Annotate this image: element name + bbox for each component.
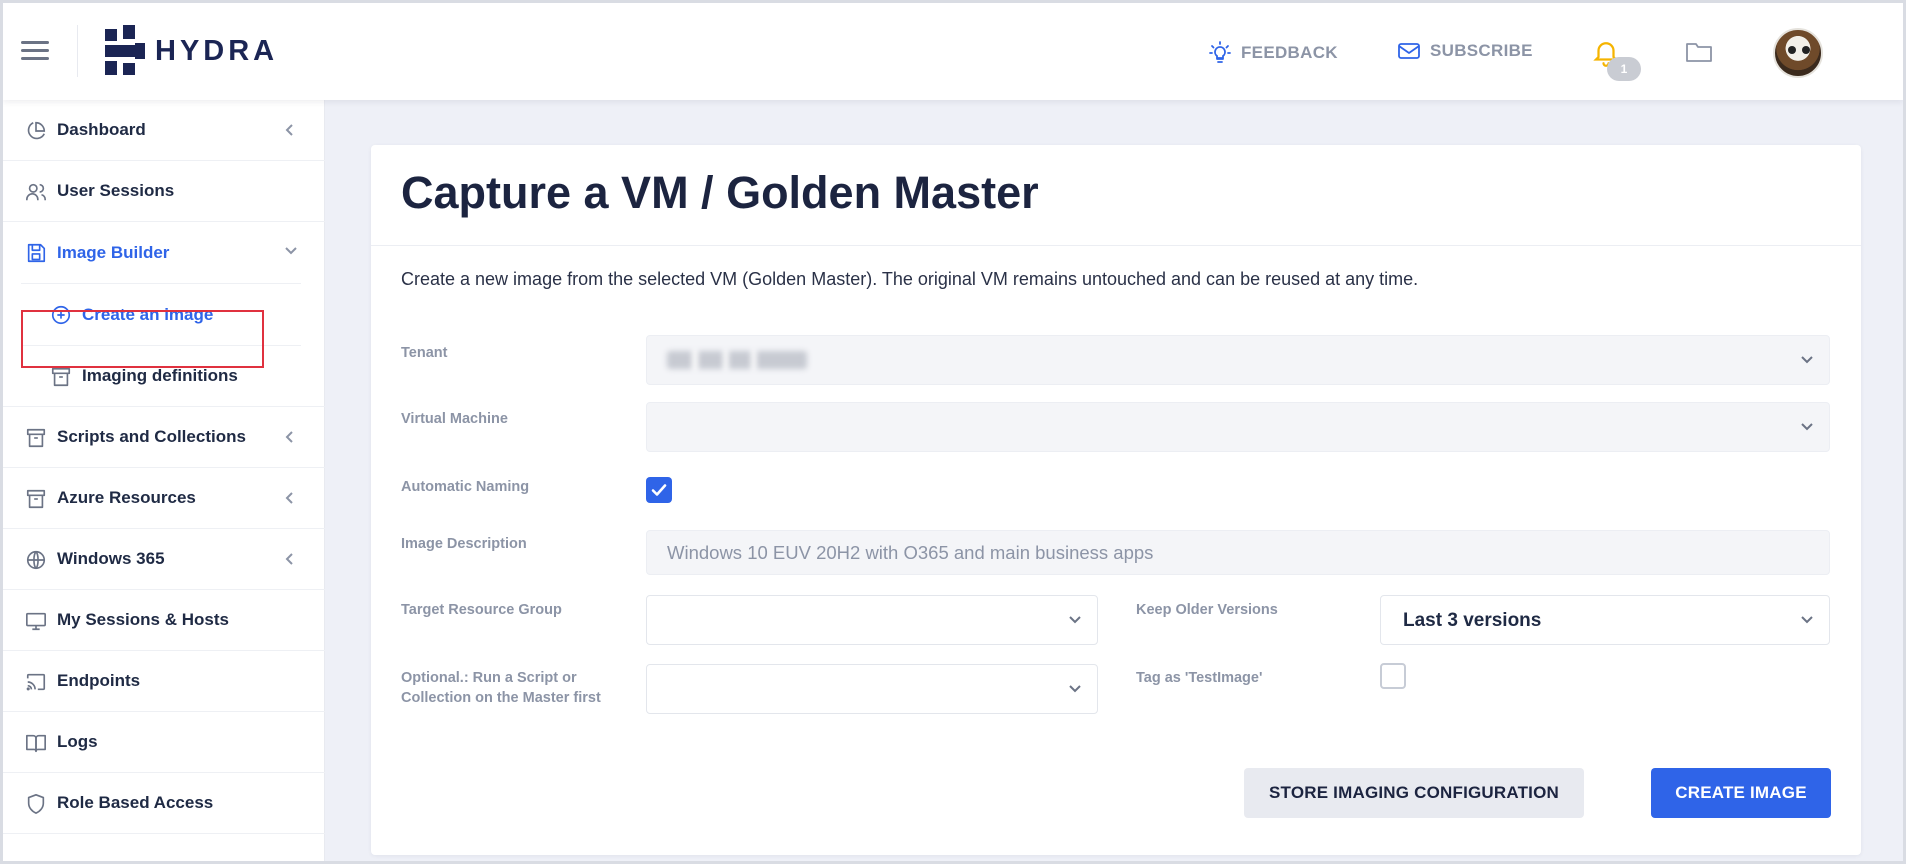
target-resource-group-select[interactable] [646, 595, 1098, 645]
sidebar-item-label: Endpoints [57, 671, 141, 690]
sidebar-item-label: Role Based Access [57, 793, 214, 812]
subscribe-label: SUBSCRIBE [1430, 41, 1533, 60]
optional-script-label-line1: Optional.: Run a Script or [401, 670, 577, 686]
users-icon [26, 183, 46, 201]
sidebar-item-label: Image Builder [57, 242, 170, 262]
sidebar-item-label: User Sessions [57, 181, 175, 200]
archive-icon [51, 367, 71, 387]
target-resource-group-label: Target Resource Group [401, 602, 562, 618]
capture-vm-card: Capture a VM / Golden Master Create a ne… [371, 145, 1861, 855]
archive-icon [26, 428, 46, 448]
optional-script-select[interactable] [646, 664, 1098, 714]
keep-older-versions-select[interactable]: Last 3 versions [1380, 595, 1830, 645]
tenant-select[interactable] [646, 335, 1830, 385]
sidebar-item-windows-365[interactable]: Windows 365 [3, 529, 325, 590]
archive-icon [26, 489, 46, 509]
hamburger-menu-icon[interactable] [21, 41, 49, 61]
sidebar-item-label: Imaging definitions [82, 366, 238, 385]
virtual-machine-label: Virtual Machine [401, 411, 508, 427]
page-description: Create a new image from the selected VM … [401, 269, 1419, 289]
book-icon [26, 734, 46, 753]
automatic-naming-label: Automatic Naming [401, 479, 530, 495]
chevron-down-icon [1069, 616, 1081, 624]
logo-text: HYDRA [155, 34, 279, 67]
tenant-label: Tenant [401, 345, 448, 361]
card-divider [371, 245, 1861, 246]
tenant-redacted-value [667, 351, 807, 369]
lightbulb-icon [1209, 41, 1231, 63]
feedback-label: FEEDBACK [1241, 43, 1338, 62]
automatic-naming-checkbox[interactable] [646, 477, 672, 503]
virtual-machine-select[interactable] [646, 402, 1830, 452]
sidebar-item-azure-resources[interactable]: Azure Resources [3, 468, 325, 529]
sidebar-item-label: Logs [57, 732, 98, 751]
keep-older-versions-value: Last 3 versions [1403, 610, 1542, 631]
page-title: Capture a VM / Golden Master [401, 167, 1039, 218]
sidebar-item-image-builder[interactable]: Image Builder [3, 222, 325, 283]
subscribe-link[interactable]: SUBSCRIBE [1397, 41, 1533, 61]
chevron-down-icon [285, 247, 297, 255]
sidebar-item-endpoints[interactable]: Endpoints [3, 651, 325, 712]
sidebar-item-label: Create an image [82, 304, 214, 324]
hydra-logo-mark-icon [105, 25, 145, 75]
top-header: HYDRA FEEDBACK SUBSCRIBE 1 [3, 3, 1903, 100]
chevron-down-icon [1801, 423, 1813, 431]
chevron-left-icon [285, 553, 293, 565]
sidebar-item-user-sessions[interactable]: User Sessions [3, 161, 325, 222]
keep-older-versions-label: Keep Older Versions [1136, 602, 1278, 618]
app-window: HYDRA FEEDBACK SUBSCRIBE 1 Dashboard Use… [0, 0, 1906, 864]
tag-test-image-label: Tag as 'TestImage' [1136, 670, 1263, 686]
create-image-button[interactable]: CREATE IMAGE [1651, 768, 1831, 818]
cast-icon [26, 673, 46, 691]
chevron-left-icon [285, 431, 293, 443]
sidebar-item-label: My Sessions & Hosts [57, 610, 229, 629]
globe-icon [26, 550, 46, 570]
sidebar-item-label: Scripts and Collections [57, 427, 246, 446]
monitor-icon [26, 612, 46, 631]
tag-test-image-checkbox[interactable] [1380, 663, 1406, 689]
header-divider [77, 25, 78, 77]
sidebar-item-create-image[interactable]: Create an image [3, 284, 325, 345]
sidebar-item-logs[interactable]: Logs [3, 712, 325, 773]
mail-icon [1398, 43, 1420, 59]
optional-script-label-line2: Collection on the Master first [401, 690, 601, 706]
hydra-logo[interactable]: HYDRA [103, 25, 278, 77]
sidebar-item-label: Azure Resources [57, 488, 196, 507]
sidebar-item-imaging-definitions[interactable]: Imaging definitions [3, 346, 325, 407]
chevron-down-icon [1801, 616, 1813, 624]
sidebar-item-label: Dashboard [57, 120, 146, 139]
plus-circle-icon [51, 305, 71, 325]
user-avatar[interactable] [1773, 28, 1823, 78]
chevron-left-icon [285, 124, 293, 136]
sidebar-item-label: Windows 365 [57, 549, 165, 568]
pie-chart-icon [27, 121, 46, 140]
sidebar-item-scripts-collections[interactable]: Scripts and Collections [3, 407, 325, 468]
sidebar-item-role-based-access[interactable]: Role Based Access [3, 773, 325, 834]
save-icon [27, 243, 46, 263]
chevron-left-icon [285, 492, 293, 504]
store-configuration-button[interactable]: STORE IMAGING CONFIGURATION [1244, 768, 1584, 818]
optional-script-label: Optional.: Run a Script or Collection on… [401, 668, 601, 708]
shield-icon [27, 794, 45, 814]
chevron-down-icon [1801, 356, 1813, 364]
sidebar: Dashboard User Sessions Image Builder Cr… [3, 100, 325, 861]
sidebar-item-my-sessions-hosts[interactable]: My Sessions & Hosts [3, 590, 325, 651]
image-description-input[interactable] [646, 530, 1830, 575]
sidebar-item-dashboard[interactable]: Dashboard [3, 100, 325, 161]
feedback-link[interactable]: FEEDBACK [1208, 41, 1338, 65]
image-description-label: Image Description [401, 536, 527, 552]
folder-icon[interactable] [1685, 40, 1713, 64]
checkmark-icon [651, 484, 667, 496]
notification-badge: 1 [1607, 57, 1641, 81]
chevron-down-icon [1069, 685, 1081, 693]
